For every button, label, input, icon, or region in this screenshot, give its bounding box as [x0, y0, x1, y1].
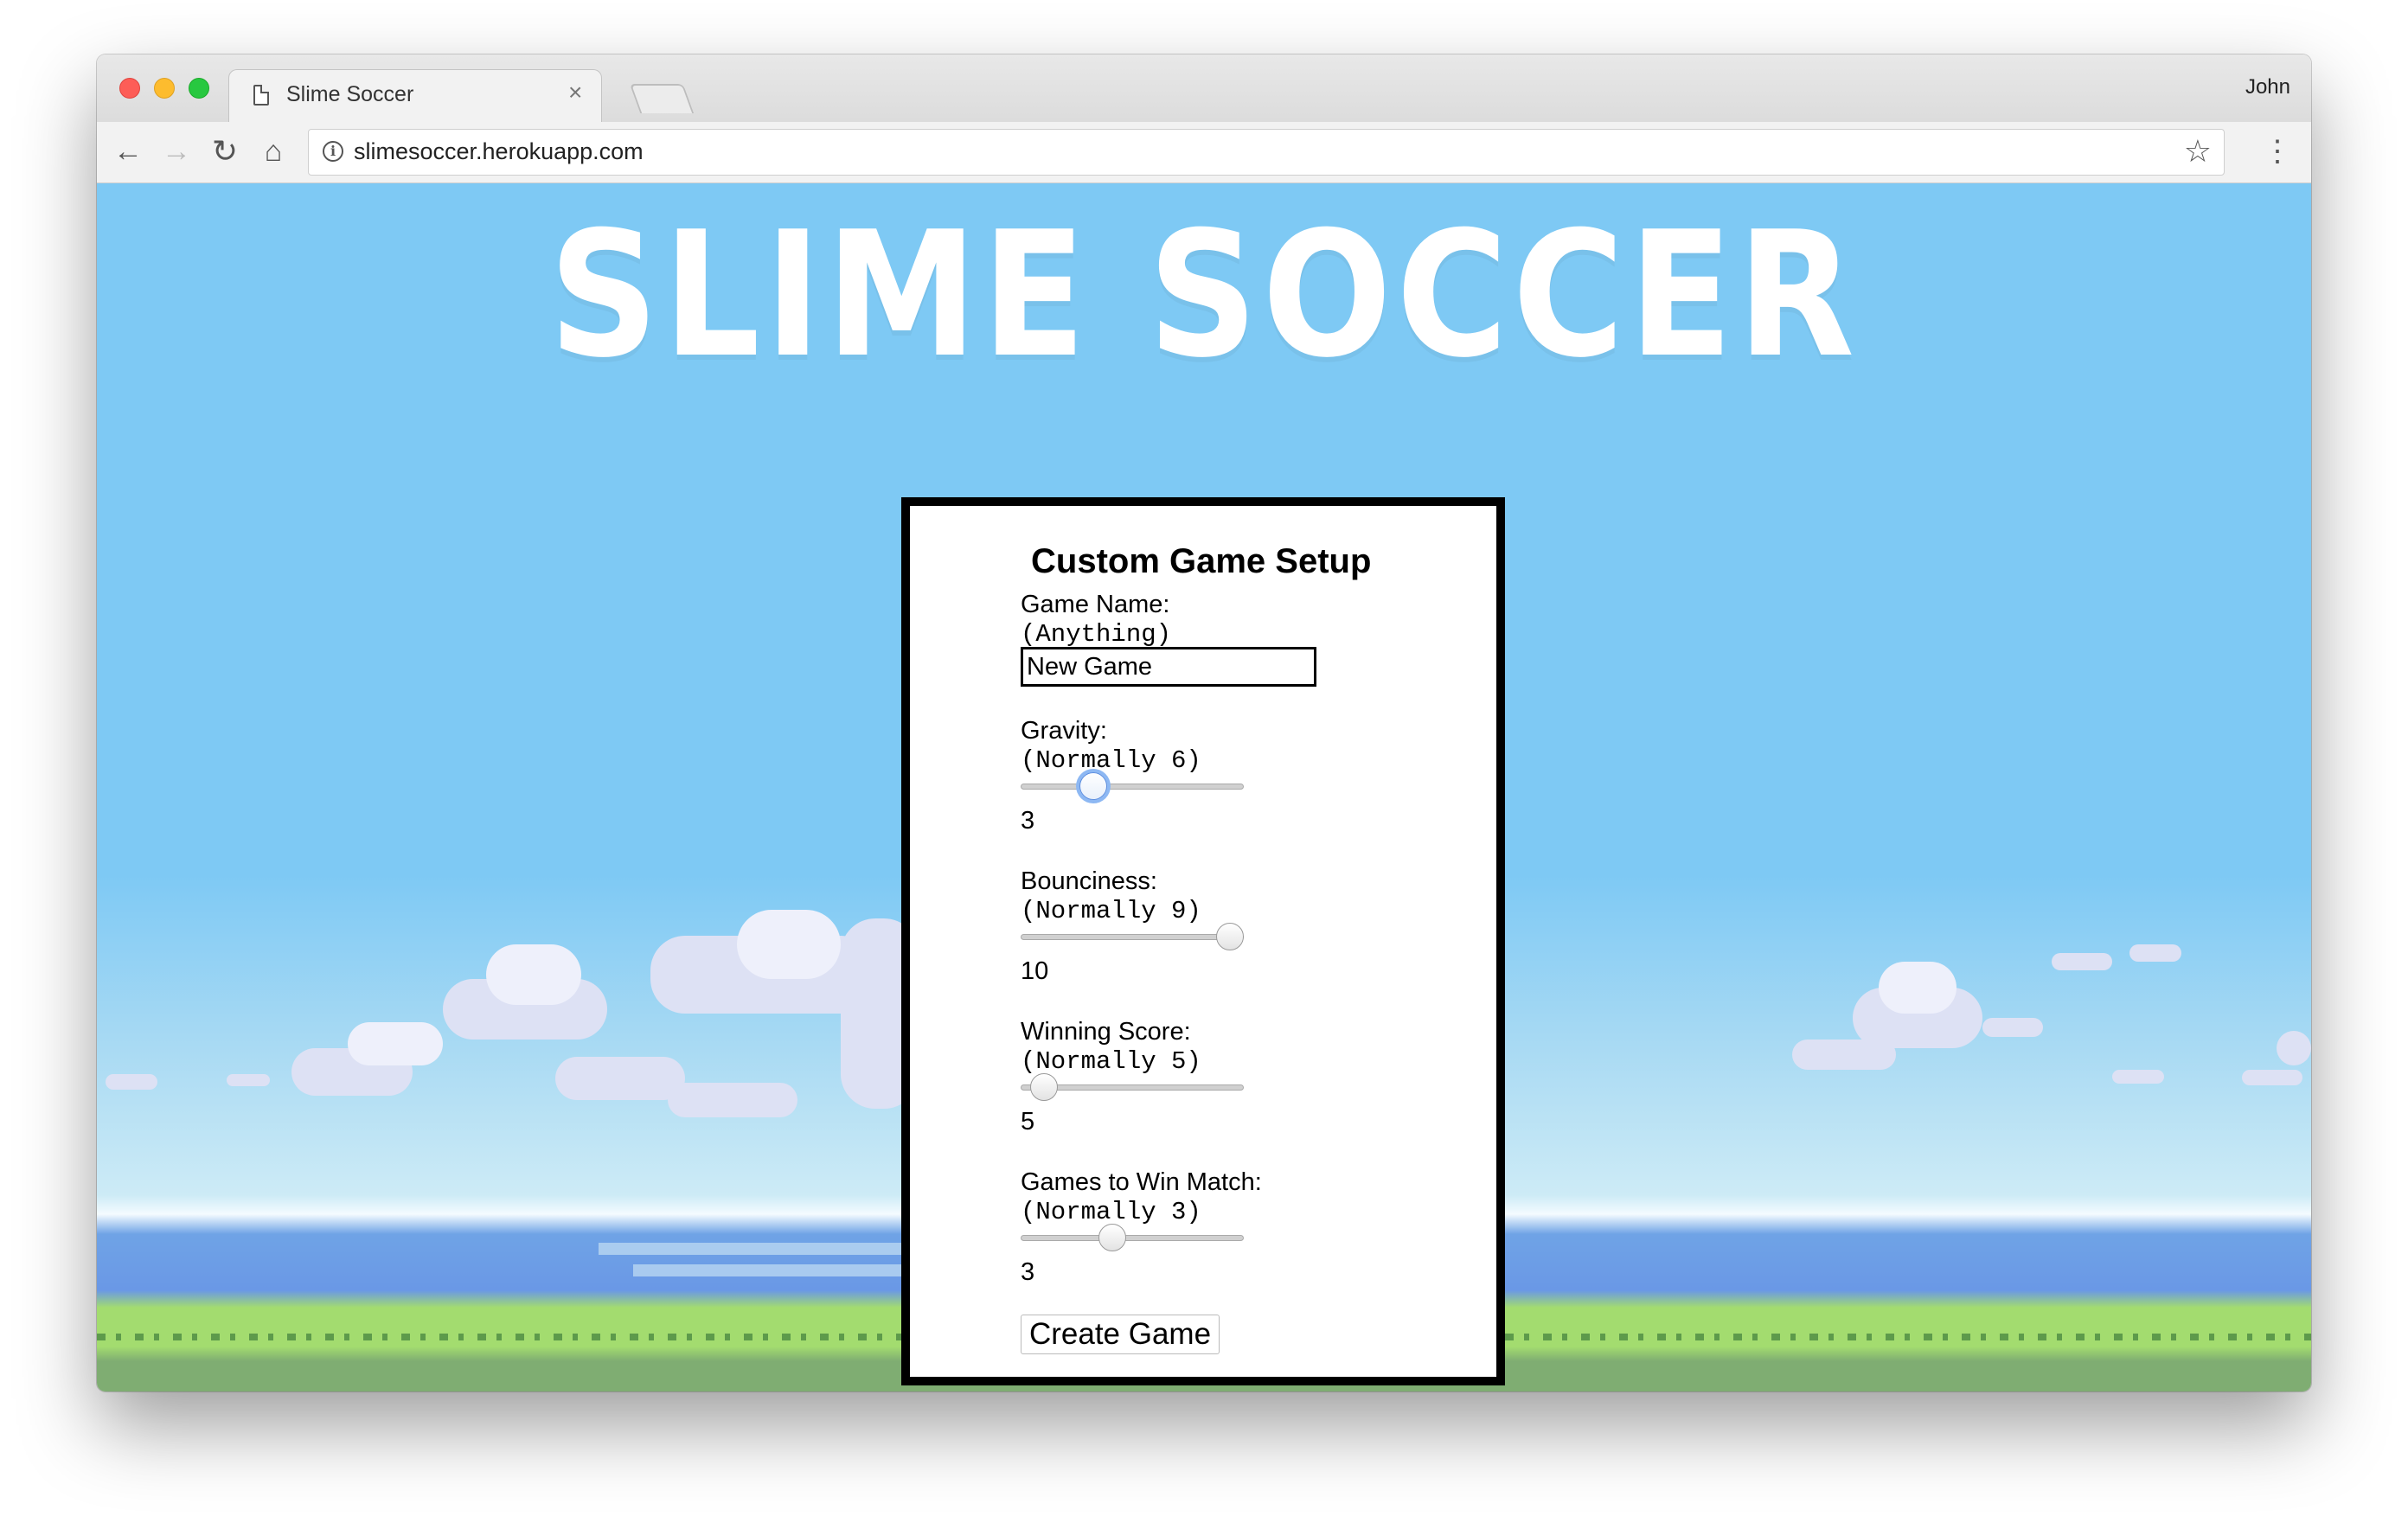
cloud-decoration — [227, 1074, 270, 1086]
sea-highlight — [633, 1264, 901, 1276]
close-icon[interactable]: × — [568, 79, 582, 106]
browser-toolbar: ← → ↻ ⌂ i slimesoccer.herokuapp.com ☆ ⋮ — [97, 122, 2311, 183]
new-tab-button[interactable] — [629, 84, 695, 113]
slider-track[interactable] — [1021, 784, 1244, 790]
game-name-hint: (Anything) — [1021, 620, 1172, 649]
reload-icon[interactable]: ↻ — [204, 131, 246, 172]
cloud-decoration — [1879, 962, 1956, 1014]
cloud-decoration — [1792, 1040, 1896, 1070]
cloud-decoration — [668, 1083, 797, 1117]
slider-thumb[interactable] — [1079, 772, 1107, 800]
bounciness-label: Bounciness: — [1021, 867, 1157, 895]
maximize-window-button[interactable] — [189, 78, 209, 99]
menu-icon[interactable]: ⋮ — [2263, 132, 2292, 170]
cloud-decoration — [2242, 1070, 2302, 1085]
cloud-decoration — [737, 910, 841, 979]
cloud-decoration — [486, 944, 581, 1005]
cloud-decoration — [348, 1022, 443, 1065]
cloud-decoration — [2277, 1031, 2311, 1065]
games-to-win-value: 3 — [1021, 1258, 1035, 1286]
slider-thumb[interactable] — [1098, 1224, 1126, 1251]
gravity-value: 3 — [1021, 807, 1035, 835]
form-heading: Custom Game Setup — [1031, 542, 1372, 580]
slider-track[interactable] — [1021, 934, 1244, 940]
cloud-decoration — [106, 1074, 157, 1090]
games-to-win-label: Games to Win Match: — [1021, 1168, 1262, 1196]
gravity-slider[interactable] — [1021, 771, 1244, 802]
game-name-input[interactable] — [1021, 647, 1316, 687]
winning-score-value: 5 — [1021, 1108, 1035, 1136]
page-content: SLIME SOCCER Custom Game Setup Game Name… — [97, 183, 2311, 1391]
game-name-label: Game Name: — [1021, 591, 1170, 618]
tab-title: Slime Soccer — [286, 82, 414, 106]
cloud-decoration — [2129, 944, 2181, 962]
slider-thumb[interactable] — [1030, 1073, 1058, 1101]
home-icon[interactable]: ⌂ — [253, 131, 294, 172]
gravity-label: Gravity: — [1021, 717, 1107, 745]
sea-highlight — [599, 1243, 901, 1255]
tab-bar: Slime Soccer × John — [97, 54, 2311, 123]
create-game-button[interactable]: Create Game — [1021, 1315, 1220, 1354]
slime-soccer-logo: SLIME SOCCER — [548, 195, 1860, 396]
cloud-decoration — [555, 1057, 685, 1100]
slider-track[interactable] — [1021, 1235, 1244, 1241]
tab-slime-soccer[interactable]: Slime Soccer × — [228, 69, 602, 123]
address-bar[interactable]: i slimesoccer.herokuapp.com ☆ — [308, 129, 2225, 176]
winning-score-slider[interactable] — [1021, 1072, 1244, 1103]
bounciness-slider[interactable] — [1021, 921, 1244, 952]
games-to-win-slider[interactable] — [1021, 1222, 1244, 1253]
cloud-decoration — [2052, 953, 2112, 970]
minimize-window-button[interactable] — [154, 78, 175, 99]
profile-name[interactable]: John — [2245, 75, 2290, 99]
info-icon[interactable]: i — [323, 141, 343, 162]
close-window-button[interactable] — [119, 78, 140, 99]
browser-window: Slime Soccer × John ← → ↻ ⌂ i slimesocce… — [97, 54, 2311, 1391]
cloud-decoration — [1982, 1018, 2043, 1037]
back-arrow-icon[interactable]: ← — [107, 131, 149, 172]
winning-score-label: Winning Score: — [1021, 1018, 1191, 1046]
page-icon — [253, 85, 269, 106]
custom-game-setup-panel: Custom Game Setup Game Name: (Anything) … — [901, 497, 1505, 1385]
slider-thumb[interactable] — [1216, 923, 1244, 950]
forward-arrow-icon[interactable]: → — [156, 131, 197, 172]
star-icon[interactable]: ☆ — [2184, 133, 2212, 170]
url-text[interactable]: slimesoccer.herokuapp.com — [354, 138, 644, 165]
bounciness-value: 10 — [1021, 957, 1049, 985]
cloud-decoration — [2112, 1070, 2164, 1084]
